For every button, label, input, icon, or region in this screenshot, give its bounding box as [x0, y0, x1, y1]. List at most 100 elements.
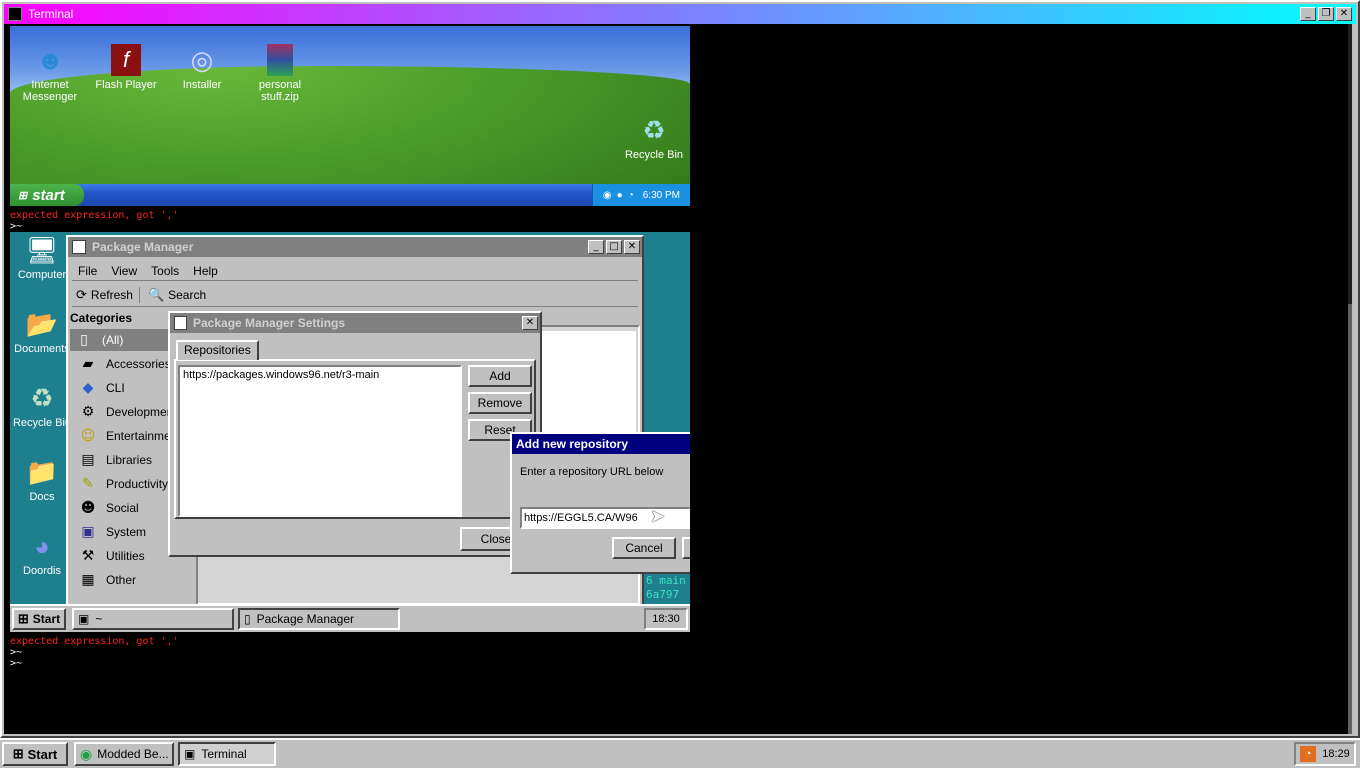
- menu-file[interactable]: File: [78, 264, 97, 278]
- book-icon: ▤: [81, 452, 95, 468]
- w96-clock: 18:30: [644, 608, 688, 630]
- documents-folder-icon: 📂: [25, 309, 59, 339]
- w96-screenshot: 🖥 Computer 📂 Documents ♻ Recycle Bin 📁 D…: [10, 232, 690, 632]
- flash-icon: f: [111, 44, 141, 76]
- tab-repositories[interactable]: Repositories: [176, 340, 259, 360]
- close-button[interactable]: ✕: [1336, 7, 1352, 21]
- w96-taskbar: ⊞ Start ▣ ~ ▯ Package Manager 18:30: [10, 604, 690, 632]
- task-modded-browser[interactable]: ◉ Modded Be...: [74, 742, 174, 766]
- background-text: 6 main: [646, 574, 686, 587]
- categories-title: Categories: [70, 311, 133, 325]
- package-icon: ▯: [80, 332, 88, 348]
- refresh-icon: ⟳: [76, 286, 87, 302]
- refresh-button[interactable]: ⟳ Refresh: [76, 286, 140, 303]
- note-icon: ✎: [82, 476, 94, 492]
- remove-button[interactable]: Remove: [468, 392, 532, 414]
- folder-icon: 📁: [25, 457, 59, 487]
- archive-icon: [267, 44, 293, 76]
- task-terminal[interactable]: ▣ Terminal: [178, 742, 276, 766]
- discord-icon: ◕: [34, 531, 50, 561]
- host-taskbar: ⊞ Start ◉ Modded Be... ▣ Terminal ◔ 18:29: [0, 738, 1360, 768]
- w96-task-package-manager[interactable]: ▯ Package Manager: [238, 608, 400, 630]
- clock: 18:29: [1322, 748, 1350, 760]
- close-button[interactable]: ✕: [522, 316, 538, 330]
- search-button[interactable]: 🔍 Search: [148, 287, 206, 303]
- add-button[interactable]: Add: [468, 365, 532, 387]
- xp-icon-recycle-bin[interactable]: ♻ Recycle Bin: [618, 114, 690, 161]
- system-tray: ◔ 18:29: [1294, 742, 1356, 766]
- installer-disc-icon: ◎: [190, 45, 214, 75]
- terminal-title: Terminal: [28, 7, 74, 21]
- w96-start-button[interactable]: ⊞ Start: [12, 608, 66, 630]
- ok-button[interactable]: [682, 537, 690, 559]
- monitor-icon: ▣: [81, 524, 95, 540]
- tray-icon: ●: [616, 189, 623, 201]
- tray-icon: ◉: [602, 189, 612, 201]
- folder-icon: ▰: [82, 356, 94, 372]
- settings-title: Package Manager Settings: [193, 316, 346, 330]
- close-button[interactable]: ✕: [624, 240, 640, 254]
- xp-system-tray: ◉ ● ◔ 6:30 PM: [592, 184, 690, 206]
- terminal-prompt: >~: [10, 658, 23, 669]
- people-icon: ☻: [80, 500, 96, 516]
- rss-icon[interactable]: ◔: [1300, 746, 1317, 762]
- menu-bar: File View Tools Help: [72, 261, 638, 281]
- cancel-button[interactable]: Cancel: [612, 537, 676, 559]
- maximize-button[interactable]: □: [606, 240, 622, 254]
- terminal-prompt: >~: [10, 647, 23, 658]
- w96-icon-documents[interactable]: 📂 Documents: [10, 308, 74, 355]
- menu-tools[interactable]: Tools: [151, 264, 179, 278]
- w96-icon-recycle-bin[interactable]: ♻ Recycle Bin: [10, 382, 74, 429]
- background-text: 6a797: [646, 588, 680, 601]
- add-repo-dialog: Add new repository Enter a repository UR…: [510, 432, 690, 574]
- terminal-icon: ▣: [78, 612, 90, 626]
- minimize-button[interactable]: _: [588, 240, 604, 254]
- recycle-bin-icon: ♻: [30, 383, 54, 413]
- tray-icon: ◔: [627, 189, 634, 201]
- terminal-body[interactable]: ☻ Internet Messenger f Flash Player ◎ In…: [4, 24, 1352, 734]
- repository-list[interactable]: https://packages.windows96.net/r3-main: [178, 365, 462, 517]
- settings-dialog: Package Manager Settings ✕ Repositories …: [168, 311, 542, 557]
- recycle-bin-icon: ♻: [642, 115, 666, 145]
- tools-icon: ⚒: [81, 548, 95, 564]
- start-logo-icon: ⊞: [17, 611, 29, 626]
- settings-titlebar[interactable]: Package Manager Settings ✕: [170, 313, 540, 333]
- xp-start-button[interactable]: ⊞ start: [10, 184, 84, 206]
- w96-task-terminal[interactable]: ▣ ~: [72, 608, 234, 630]
- xp-icon-flash-player[interactable]: f Flash Player: [90, 44, 162, 91]
- xp-icon-installer[interactable]: ◎ Installer: [166, 44, 238, 91]
- terminal-error-line: expected expression, got ',': [10, 210, 179, 221]
- start-button[interactable]: ⊞ Start: [2, 742, 68, 766]
- toolbar: ⟳ Refresh 🔍 Search: [72, 283, 638, 307]
- mouse-cursor-icon: ➤: [650, 506, 666, 526]
- package-manager-titlebar[interactable]: Package Manager _ □ ✕: [68, 237, 642, 257]
- w96-icon-computer[interactable]: 🖥 Computer: [10, 234, 74, 281]
- xp-clock: 6:30 PM: [642, 189, 680, 201]
- category-other[interactable]: ▦ Other: [74, 569, 194, 591]
- package-icon: [174, 316, 187, 330]
- messenger-icon: ☻: [36, 45, 64, 75]
- xp-icon-internet-messenger[interactable]: ☻ Internet Messenger: [14, 44, 86, 103]
- computer-icon: 🖥: [25, 235, 59, 265]
- xp-screenshot: ☻ Internet Messenger f Flash Player ◎ In…: [10, 26, 690, 206]
- xp-taskbar: ⊞ start ◉ ● ◔ 6:30 PM: [10, 184, 690, 206]
- tab-panel: https://packages.windows96.net/r3-main A…: [174, 359, 536, 519]
- menu-view[interactable]: View: [111, 264, 137, 278]
- minimize-button[interactable]: _: [1300, 7, 1316, 21]
- terminal-app-icon: [8, 7, 22, 21]
- maximize-button[interactable]: ❐: [1318, 7, 1334, 21]
- terminal-icon: ▣: [184, 747, 196, 761]
- add-repo-prompt: Enter a repository URL below: [520, 466, 664, 478]
- xp-icon-personal-stuff[interactable]: personal stuff.zip: [244, 44, 316, 103]
- start-logo-icon: ⊞: [12, 746, 24, 761]
- search-icon: 🔍: [147, 286, 165, 302]
- package-icon: ▯: [244, 612, 251, 626]
- repository-item[interactable]: https://packages.windows96.net/r3-main: [180, 367, 460, 383]
- menu-help[interactable]: Help: [193, 264, 218, 278]
- terminal-titlebar[interactable]: Terminal _ ❐ ✕: [4, 4, 1356, 24]
- terminal-scrollbar-thumb[interactable]: [1348, 304, 1352, 734]
- w96-icon-docs[interactable]: 📁 Docs: [10, 456, 74, 503]
- w96-icon-doordis[interactable]: ◕ Doordis: [10, 530, 74, 577]
- package-icon: [72, 240, 86, 254]
- add-repo-titlebar[interactable]: Add new repository: [512, 434, 690, 454]
